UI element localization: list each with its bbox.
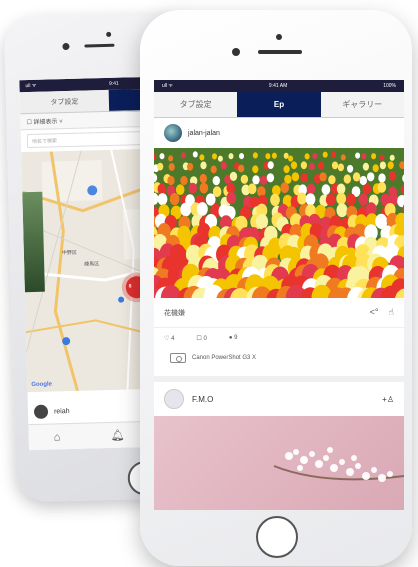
post-stats: ♡ 4 ☐ 0 ● 9 (154, 328, 404, 348)
status-signal: ull ᯤ (162, 83, 173, 89)
post-photo[interactable] (154, 416, 404, 510)
bell-icon[interactable]: 🔔︎ (111, 429, 125, 442)
feed-screen: ull ᯤ 9:41 AM 100% タブ設定 Ep ギャラリー jalan-j… (154, 80, 404, 510)
likes-icon: ♡ (164, 335, 170, 342)
camera-icon (170, 353, 186, 363)
tab-ep[interactable]: Ep (237, 92, 321, 117)
home-button[interactable] (256, 516, 298, 558)
earpiece-speaker (258, 50, 302, 54)
front-phone: ull ᯤ 9:41 AM 100% タブ設定 Ep ギャラリー jalan-j… (140, 10, 412, 566)
post-photo[interactable] (154, 148, 404, 298)
sensor-dot (232, 48, 240, 56)
tab-gallery[interactable]: ギャラリー (320, 92, 404, 117)
avatar[interactable] (164, 124, 182, 142)
camera-model: Canon PowerShot G3 X (192, 355, 257, 361)
earpiece-speaker (84, 43, 115, 48)
eye-icon: ● (228, 335, 233, 341)
likes-count: 4 (171, 335, 175, 342)
camera-info: Canon PowerShot G3 X (154, 348, 404, 368)
tab-settings[interactable]: タブ設定 (154, 92, 238, 117)
post-header[interactable]: jalan-jalan (154, 118, 404, 148)
post-header[interactable]: F.M.O +♙ (154, 382, 404, 416)
likes-stat: ♡ 4 (164, 335, 174, 342)
follow-user-icon[interactable]: +♙ (382, 395, 394, 404)
comments-count: 0 (203, 335, 207, 342)
front-camera (276, 34, 282, 40)
photo-strip (22, 191, 45, 293)
share-icon[interactable]: <° (370, 307, 379, 318)
comment-icon: ☐ (196, 335, 202, 342)
home-icon[interactable]: ⌂ (54, 431, 61, 443)
like-hand-icon[interactable]: ☝ (389, 307, 394, 318)
tab-settings[interactable]: タブ設定 (19, 89, 110, 115)
map-label-nakano: 中野区 (61, 249, 77, 257)
user-name: reiah (53, 407, 70, 415)
views-count: 9 (234, 335, 238, 341)
status-time: 9:41 (109, 80, 119, 87)
post-caption-row: 花機嫌 <° ☝ (154, 298, 404, 328)
avatar (33, 404, 49, 419)
post-username[interactable]: F.M.O (192, 395, 213, 404)
google-logo: Google (31, 381, 53, 389)
post-username[interactable]: jalan-jalan (188, 130, 220, 137)
post-caption: 花機嫌 (164, 309, 185, 317)
map-label-nerima: 練馬区 (84, 261, 100, 268)
app-showcase: ull ᯤ 9:41 タブ設定 Ep ☐ 詳細表示 ˅ 地名で検索 (0, 0, 418, 567)
status-bar: ull ᯤ 9:41 AM 100% (154, 80, 404, 92)
status-battery: 100% (383, 83, 396, 89)
map-cluster-count[interactable]: 8 (129, 283, 132, 289)
views-stat: ● 9 (229, 335, 238, 341)
front-camera (106, 31, 112, 37)
status-signal: ull ᯤ (25, 82, 37, 90)
tab-bar: タブ設定 Ep ギャラリー (154, 92, 404, 118)
blossom-branch-image (273, 447, 404, 482)
comments-stat: ☐ 0 (196, 335, 206, 342)
tulip-field-image (154, 148, 404, 298)
detail-toggle[interactable]: ☐ 詳細表示 ˅ (26, 116, 62, 126)
status-time: 9:41 AM (268, 83, 288, 89)
avatar[interactable] (164, 389, 184, 409)
sensor-dot (62, 42, 70, 51)
